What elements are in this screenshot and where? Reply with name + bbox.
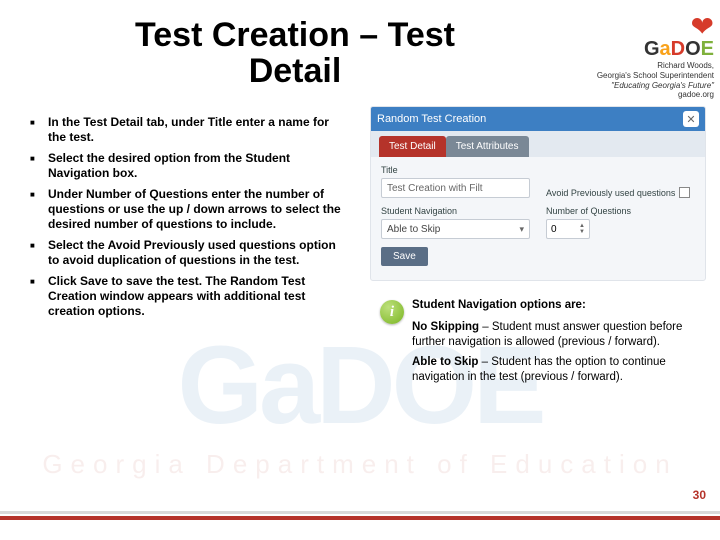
stepper-arrows-icon[interactable]: ▲▼ [579, 223, 585, 235]
screenshot-window: Random Test Creation ✕ Test Detail Test … [370, 106, 706, 281]
list-item: Click Save to save the test. The Random … [30, 274, 350, 319]
brand-line-4: gadoe.org [554, 90, 714, 100]
close-icon[interactable]: ✕ [683, 111, 699, 127]
list-item: In the Test Detail tab, under Title ente… [30, 115, 350, 145]
side-info: Student Navigation options are: No Skipp… [412, 298, 708, 390]
side-heading-bold: Student Navigation [412, 299, 517, 311]
brand-line-2: Georgia's School Superintendent [554, 71, 714, 81]
numq-value: 0 [551, 224, 557, 235]
info-icon: i [380, 300, 404, 324]
brand-line-3: "Educating Georgia's Future" [554, 81, 714, 91]
avoid-checkbox[interactable] [679, 187, 690, 198]
page-title: Test Creation – Test Detail [130, 18, 460, 89]
title-input[interactable] [381, 178, 530, 198]
nav-label: Student Navigation [381, 206, 530, 216]
tab-strip: Test Detail Test Attributes [371, 131, 705, 157]
brand-line-1: Richard Woods, [554, 61, 714, 71]
brand-block: ❤ GaDOE Richard Woods, Georgia's School … [554, 16, 714, 100]
list-item: Select the desired option from the Stude… [30, 151, 350, 181]
nav-value: Able to Skip [387, 224, 440, 235]
numq-stepper[interactable]: 0 ▲▼ [546, 219, 590, 239]
nav-select[interactable]: Able to Skip ▾ [381, 219, 530, 239]
side-heading-rest: options are: [517, 299, 586, 311]
numq-label: Number of Questions [546, 206, 695, 216]
save-button[interactable]: Save [381, 247, 428, 266]
list-item: Under Number of Questions enter the numb… [30, 187, 350, 232]
brand-logo: GaDOE [554, 38, 714, 61]
page-number: 30 [693, 488, 706, 502]
tab-test-attributes[interactable]: Test Attributes [446, 136, 529, 157]
chevron-down-icon: ▾ [519, 224, 524, 235]
watermark-text: Georgia Department of Education [0, 449, 720, 480]
side-p2-bold: Able to Skip [412, 356, 478, 368]
window-title: Random Test Creation [377, 113, 486, 125]
brand-heart-icon: ❤ [554, 16, 714, 38]
avoid-label: Avoid Previously used questions [546, 188, 675, 198]
footer-rules [0, 511, 720, 520]
title-label: Title [381, 165, 530, 175]
list-item: Select the Avoid Previously used questio… [30, 238, 350, 268]
side-p1-bold: No Skipping [412, 321, 479, 333]
window-titlebar: Random Test Creation ✕ [371, 107, 705, 131]
instruction-list: In the Test Detail tab, under Title ente… [30, 115, 350, 325]
tab-test-detail[interactable]: Test Detail [379, 136, 446, 157]
